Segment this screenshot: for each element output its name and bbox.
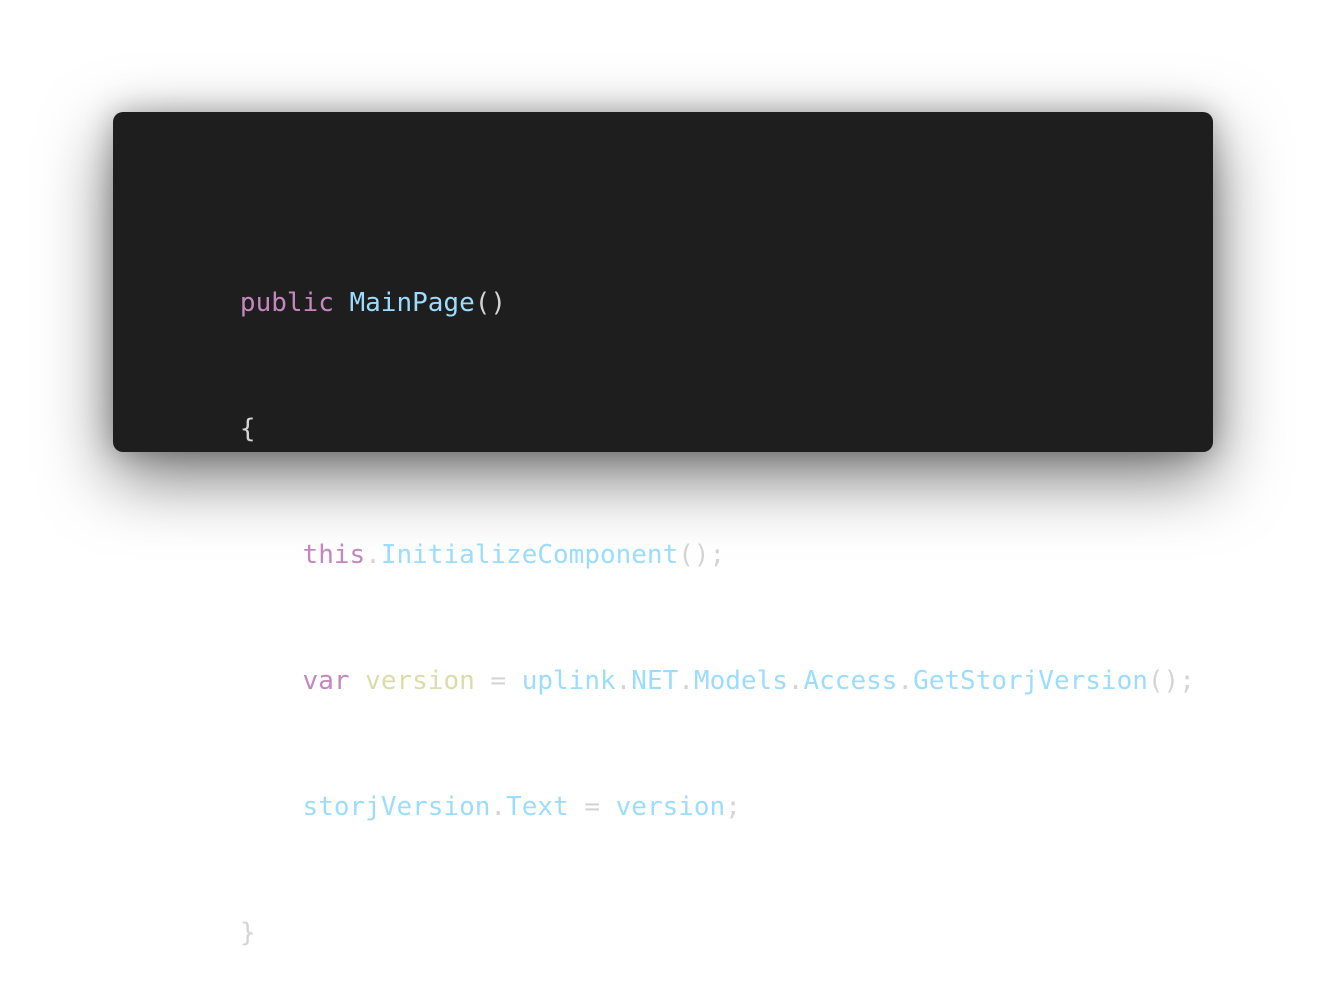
punctuation-token: . bbox=[615, 666, 632, 696]
punctuation-token: { bbox=[239, 414, 256, 444]
identifier-token: version bbox=[615, 792, 726, 822]
variable-token: version bbox=[365, 666, 475, 696]
punctuation-token: (); bbox=[1147, 666, 1195, 696]
punctuation-token: . bbox=[897, 666, 914, 696]
punctuation-token: . bbox=[490, 792, 507, 822]
function-token: MainPage bbox=[349, 288, 475, 318]
code-window: public MainPage() { this.InitializeCompo… bbox=[113, 112, 1213, 948]
code-line: var version = uplink.NET.Models.Access.G… bbox=[146, 618, 1213, 696]
punctuation-token: } bbox=[239, 918, 256, 948]
keyword-token: var bbox=[302, 666, 350, 696]
function-token: GetStorjVersion bbox=[913, 666, 1148, 696]
code-line: public MainPage() bbox=[146, 240, 1213, 318]
identifier-token: Access bbox=[803, 666, 898, 696]
code-line: { bbox=[146, 366, 1213, 444]
function-token: InitializeComponent bbox=[380, 540, 679, 570]
punctuation-token: . bbox=[787, 666, 804, 696]
code-line: storjVersion.Text = version; bbox=[146, 744, 1213, 822]
indent-token bbox=[240, 540, 303, 570]
punctuation-token: (); bbox=[678, 540, 726, 570]
indent-token bbox=[240, 792, 303, 822]
punctuation-token: = bbox=[568, 792, 616, 822]
identifier-token: uplink bbox=[521, 666, 616, 696]
keyword-token: public bbox=[239, 288, 334, 318]
punctuation-token: ; bbox=[725, 792, 741, 822]
code-line: this.InitializeComponent(); bbox=[146, 492, 1213, 570]
punctuation-token: () bbox=[474, 288, 507, 318]
keyword-token: this bbox=[302, 540, 366, 570]
identifier-token: storjVersion bbox=[302, 792, 491, 822]
indent-token bbox=[240, 666, 303, 696]
punctuation-token: . bbox=[678, 666, 694, 696]
punctuation-token: . bbox=[365, 540, 381, 570]
code-block: public MainPage() { this.InitializeCompo… bbox=[146, 156, 1213, 996]
punctuation-token: = bbox=[474, 666, 522, 696]
identifier-token: Models bbox=[693, 666, 788, 696]
code-line: } bbox=[146, 870, 1213, 948]
identifier-token: NET bbox=[631, 666, 679, 696]
identifier-token: Text bbox=[506, 792, 569, 822]
